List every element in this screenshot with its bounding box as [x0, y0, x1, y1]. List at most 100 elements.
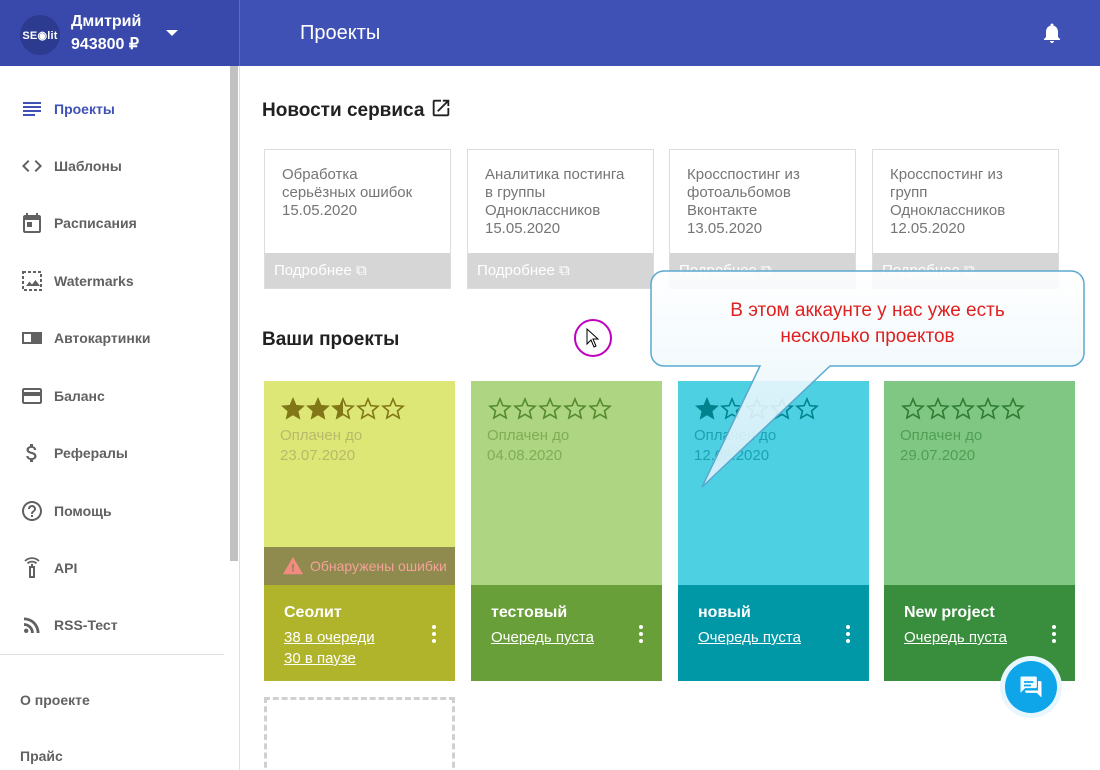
sidebar: Проекты Шаблоны Расписания Watermarks Ав…: [0, 66, 240, 770]
help-icon: [22, 501, 42, 521]
user-menu[interactable]: SE◉lit Дмитрий 943800 ₽: [0, 0, 240, 66]
queue-link[interactable]: Очередь пуста: [698, 629, 801, 646]
project-card-top[interactable]: Оплачен до 04.08.2020: [471, 381, 662, 585]
star-icon[interactable]: [538, 397, 562, 421]
news-card[interactable]: Кросспостинг из групп Одноклассников 12.…: [872, 149, 1059, 289]
star-icon[interactable]: [563, 397, 587, 421]
chat-button-inner[interactable]: [1005, 661, 1057, 713]
list-icon: [23, 102, 41, 116]
star-icon[interactable]: [306, 397, 330, 421]
sidebar-item-referrals[interactable]: Рефералы: [0, 433, 228, 473]
sidebar-item-label: Баланс: [54, 388, 105, 404]
queue-link[interactable]: Очередь пуста: [904, 629, 1007, 646]
star-icon[interactable]: [331, 397, 355, 421]
warning-icon: [282, 556, 304, 575]
top-app-bar: SE◉lit Дмитрий 943800 ₽ Проекты: [0, 0, 1100, 66]
star-icon[interactable]: [513, 397, 537, 421]
sidebar-item-help[interactable]: Помощь: [0, 491, 228, 531]
avatar: SE◉lit: [20, 15, 60, 55]
sidebar-item-watermarks[interactable]: Watermarks: [0, 261, 228, 301]
news-card[interactable]: Аналитика постинга в группы Одноклассник…: [467, 149, 654, 289]
sidebar-scrollbar[interactable]: [230, 66, 238, 561]
star-icon[interactable]: [588, 397, 612, 421]
paid-until-label: Оплачен до: [280, 427, 363, 444]
project-name[interactable]: тестовый: [491, 604, 567, 622]
sidebar-link-about[interactable]: О проекте: [20, 692, 90, 708]
news-card[interactable]: Кросспостинг из фотоальбомов Вконтакте 1…: [669, 149, 856, 289]
chat-icon: [1020, 676, 1042, 698]
errors-detected-text: Обнаружены ошибки: [310, 558, 447, 574]
sidebar-item-label: RSS-Тест: [54, 617, 118, 633]
sidebar-item-autoimages[interactable]: Автокартинки: [0, 318, 228, 358]
sidebar-divider: [0, 654, 224, 655]
user-name: Дмитрий: [71, 13, 142, 30]
sidebar-item-rss-test[interactable]: RSS-Тест: [0, 605, 228, 645]
rating-stars[interactable]: [281, 397, 405, 421]
sidebar-item-label: Расписания: [54, 215, 137, 231]
project-card-bottom: Сеолит 38 в очереди 30 в паузе: [264, 585, 455, 681]
project-card[interactable]: Оплачен до 04.08.2020 тестовый Очередь п…: [471, 381, 662, 681]
sidebar-item-label: Проекты: [54, 101, 115, 117]
project-name[interactable]: New project: [904, 604, 995, 622]
errors-detected-banner[interactable]: Обнаружены ошибки: [264, 547, 455, 585]
news-card-text: Кросспостинг из групп Одноклассников 12.…: [890, 166, 1050, 238]
news-card-text: Обработка серьёзных ошибок 15.05.2020: [282, 166, 442, 220]
sidebar-item-label: Автокартинки: [54, 330, 151, 346]
news-date: 15.05.2020: [282, 202, 358, 219]
star-icon[interactable]: [488, 397, 512, 421]
rss-icon: [24, 617, 40, 633]
news-more-link[interactable]: Подробнее ⧉: [468, 253, 653, 288]
queue-link[interactable]: Очередь пуста: [491, 629, 594, 646]
paused-link[interactable]: 30 в паузе: [284, 650, 356, 667]
project-card[interactable]: Оплачен до 23.07.2020 Обнаружены ошибки …: [264, 381, 455, 681]
news-section-title[interactable]: Новости сервиса: [262, 97, 452, 122]
news-more-link[interactable]: Подробнее ⧉: [265, 253, 450, 288]
external-link-icon[interactable]: [430, 97, 452, 119]
project-name[interactable]: Сеолит: [284, 604, 342, 622]
news-card-text: Кросспостинг из фотоальбомов Вконтакте 1…: [687, 166, 847, 238]
calendar-icon: [23, 213, 41, 233]
code-icon: [22, 160, 42, 172]
sidebar-item-label: Шаблоны: [54, 158, 122, 174]
more-vert-icon[interactable]: [845, 625, 851, 643]
sidebar-item-balance[interactable]: Баланс: [0, 376, 228, 416]
credit-card-icon: [22, 388, 42, 404]
project-card-bottom: новый Очередь пуста: [678, 585, 869, 681]
paid-until-date: 23.07.2020: [280, 447, 356, 464]
more-vert-icon[interactable]: [431, 625, 437, 643]
dollar-icon: [26, 444, 37, 462]
star-icon[interactable]: [281, 397, 305, 421]
sidebar-item-api[interactable]: API: [0, 548, 228, 588]
rating-stars[interactable]: [488, 397, 612, 421]
project-name[interactable]: новый: [698, 604, 751, 622]
api-icon: [24, 557, 40, 578]
star-icon[interactable]: [381, 397, 405, 421]
bell-icon[interactable]: [1040, 21, 1064, 45]
chevron-down-icon[interactable]: [166, 30, 178, 36]
chat-button[interactable]: [1000, 656, 1062, 718]
badge-icon: [22, 332, 42, 344]
sidebar-item-schedules[interactable]: Расписания: [0, 203, 228, 243]
news-card[interactable]: Обработка серьёзных ошибок 15.05.2020 По…: [264, 149, 451, 289]
sidebar-item-label: API: [54, 560, 78, 576]
callout-text: В этом аккаунте у нас уже есть несколько…: [730, 300, 1005, 347]
user-balance: 943800 ₽: [71, 36, 140, 53]
page-title: Проекты: [300, 22, 381, 44]
sidebar-link-price[interactable]: Прайс: [20, 748, 63, 764]
sidebar-item-projects[interactable]: Проекты: [0, 89, 228, 129]
queue-link[interactable]: 38 в очереди: [284, 629, 375, 646]
project-card-bottom: тестовый Очередь пуста: [471, 585, 662, 681]
image-icon: [22, 271, 42, 291]
paid-until-label: Оплачен до: [487, 427, 570, 444]
more-vert-icon[interactable]: [638, 625, 644, 643]
sidebar-item-label: Рефералы: [54, 445, 128, 461]
news-date: 13.05.2020: [687, 220, 763, 237]
add-project-card[interactable]: [264, 697, 455, 770]
news-card-text: Аналитика постинга в группы Одноклассник…: [485, 166, 645, 238]
sidebar-item-templates[interactable]: Шаблоны: [0, 146, 228, 186]
sidebar-item-label: Помощь: [54, 503, 112, 519]
star-icon[interactable]: [356, 397, 380, 421]
more-vert-icon[interactable]: [1051, 625, 1057, 643]
paid-until-date: 04.08.2020: [487, 447, 563, 464]
mouse-cursor-icon: [586, 328, 600, 348]
